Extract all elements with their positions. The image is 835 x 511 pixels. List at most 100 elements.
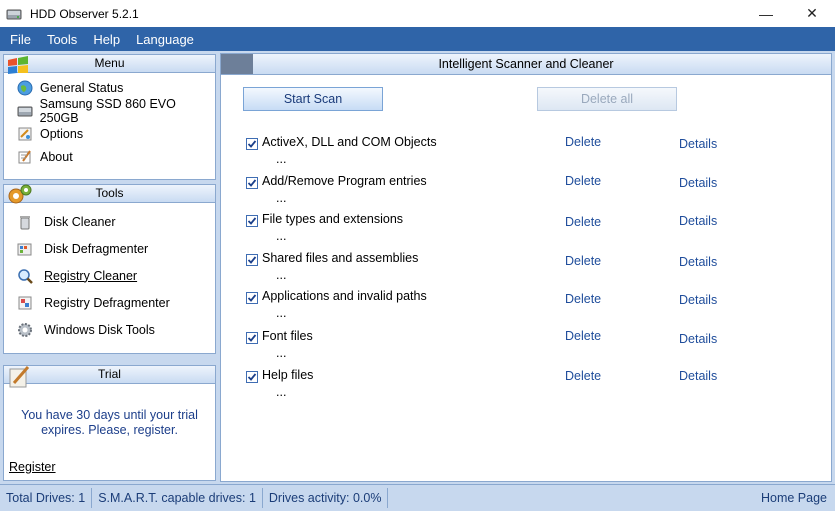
- scan-item: File types and extensions ... Delete Det…: [246, 212, 746, 250]
- check-icon: [247, 217, 257, 225]
- item-name: File types and extensions: [262, 212, 404, 226]
- menu-help[interactable]: Help: [85, 32, 128, 47]
- app-disk-icon: [6, 9, 22, 19]
- menu-panel-title: Menu: [94, 56, 125, 70]
- menu-panel-header: Menu: [4, 55, 215, 74]
- delete-link[interactable]: Delete: [565, 254, 601, 268]
- tool-disk-cleaner[interactable]: Disk Cleaner: [4, 208, 215, 235]
- item-name: Help files: [262, 368, 314, 382]
- status-smart-drives: S.M.A.R.T. capable drives: 1: [92, 488, 263, 508]
- tool-windows-disk-tools[interactable]: Windows Disk Tools: [4, 316, 215, 343]
- details-link[interactable]: Details: [679, 255, 717, 269]
- window-title: HDD Observer 5.2.1: [30, 6, 139, 21]
- item-status: ...: [276, 306, 287, 320]
- gears-icon: [8, 184, 32, 204]
- nav-options[interactable]: Options: [4, 122, 215, 145]
- check-icon: [247, 179, 257, 187]
- delete-link[interactable]: Delete: [565, 369, 601, 383]
- register-pen-icon: [9, 366, 30, 388]
- tool-disk-defragmenter[interactable]: Disk Defragmenter: [4, 235, 215, 262]
- tools-panel-title: Tools: [95, 186, 124, 200]
- menu-language[interactable]: Language: [128, 32, 202, 47]
- item-checkbox[interactable]: [246, 332, 258, 344]
- tool-registry-cleaner[interactable]: Registry Cleaner: [4, 262, 215, 289]
- register-link[interactable]: Register: [9, 460, 56, 474]
- item-status: ...: [276, 346, 287, 360]
- scanner-title: Intelligent Scanner and Cleaner: [438, 57, 614, 71]
- item-status: ...: [276, 268, 287, 282]
- nav-drive[interactable]: Samsung SSD 860 EVO 250GB: [4, 97, 215, 125]
- delete-link[interactable]: Delete: [565, 292, 601, 306]
- delete-all-button[interactable]: Delete all: [537, 87, 677, 111]
- menu-bar: File Tools Help Language: [0, 27, 835, 51]
- menu-tools[interactable]: Tools: [39, 32, 85, 47]
- check-icon: [247, 334, 257, 342]
- item-checkbox[interactable]: [246, 215, 258, 227]
- main-pane: Intelligent Scanner and Cleaner Start Sc…: [219, 51, 835, 484]
- scan-item: Add/Remove Program entries ... Delete De…: [246, 174, 746, 212]
- registry-search-icon: [16, 267, 34, 285]
- windows-flag-icon: [8, 56, 28, 74]
- scan-item: Shared files and assemblies ... Delete D…: [246, 251, 746, 289]
- item-name: Applications and invalid paths: [262, 289, 427, 303]
- trial-panel-header: Trial: [4, 366, 215, 388]
- nav-about[interactable]: About: [4, 145, 215, 168]
- item-checkbox[interactable]: [246, 177, 258, 189]
- item-name: Add/Remove Program entries: [262, 174, 427, 188]
- delete-link[interactable]: Delete: [565, 215, 601, 229]
- delete-link[interactable]: Delete: [565, 174, 601, 188]
- start-scan-button[interactable]: Start Scan: [243, 87, 383, 111]
- details-link[interactable]: Details: [679, 214, 717, 228]
- header-tab: [221, 54, 253, 74]
- check-icon: [247, 140, 257, 148]
- trial-panel: Trial You have 30 days until your trial …: [3, 365, 216, 481]
- scan-item: Font files ... Delete Details: [246, 329, 746, 367]
- item-name: Font files: [262, 329, 313, 343]
- item-checkbox[interactable]: [246, 138, 258, 150]
- details-link[interactable]: Details: [679, 293, 717, 307]
- tools-panel: Tools Disk Cleaner Disk Defragmenter Reg…: [3, 184, 216, 354]
- scan-item: Applications and invalid paths ... Delet…: [246, 289, 746, 327]
- options-icon: [16, 125, 34, 143]
- trial-panel-title: Trial: [98, 367, 121, 381]
- status-total-drives: Total Drives: 1: [0, 488, 93, 508]
- item-name: Shared files and assemblies: [262, 251, 419, 265]
- item-status: ...: [276, 152, 287, 166]
- tool-registry-defragmenter[interactable]: Registry Defragmenter: [4, 289, 215, 316]
- globe-icon: [16, 79, 34, 97]
- item-status: ...: [276, 191, 287, 205]
- gear-icon: [16, 321, 34, 339]
- details-link[interactable]: Details: [679, 332, 717, 346]
- details-link[interactable]: Details: [679, 369, 717, 383]
- status-activity: Drives activity: 0.0%: [263, 488, 389, 508]
- delete-link[interactable]: Delete: [565, 329, 601, 343]
- item-checkbox[interactable]: [246, 371, 258, 383]
- scanner-header: Intelligent Scanner and Cleaner: [221, 54, 831, 75]
- details-link[interactable]: Details: [679, 176, 717, 190]
- delete-link[interactable]: Delete: [565, 135, 601, 149]
- tools-panel-header: Tools: [4, 184, 215, 204]
- registry-defrag-icon: [16, 294, 34, 312]
- left-pane: Menu General Status Samsung SSD 860 EVO …: [0, 51, 219, 484]
- close-button[interactable]: ✕: [789, 0, 835, 27]
- check-icon: [247, 294, 257, 302]
- defrag-icon: [16, 240, 34, 258]
- minimize-button[interactable]: —: [743, 0, 789, 27]
- scan-item: ActiveX, DLL and COM Objects ... Delete …: [246, 135, 746, 173]
- item-checkbox[interactable]: [246, 292, 258, 304]
- details-link[interactable]: Details: [679, 137, 717, 151]
- menu-file[interactable]: File: [0, 32, 39, 47]
- scanner-panel: Intelligent Scanner and Cleaner Start Sc…: [220, 53, 832, 482]
- title-bar: HDD Observer 5.2.1 — ✕: [0, 0, 835, 27]
- trash-icon: [16, 213, 34, 231]
- item-status: ...: [276, 229, 287, 243]
- check-icon: [247, 256, 257, 264]
- item-name: ActiveX, DLL and COM Objects: [262, 135, 437, 149]
- disk-icon: [16, 102, 34, 120]
- home-page-link[interactable]: Home Page: [761, 491, 827, 505]
- menu-panel: Menu General Status Samsung SSD 860 EVO …: [3, 54, 216, 180]
- item-status: ...: [276, 385, 287, 399]
- item-checkbox[interactable]: [246, 254, 258, 266]
- status-bar: Total Drives: 1 S.M.A.R.T. capable drive…: [0, 484, 835, 511]
- trial-message: You have 30 days until your trial expire…: [21, 408, 198, 437]
